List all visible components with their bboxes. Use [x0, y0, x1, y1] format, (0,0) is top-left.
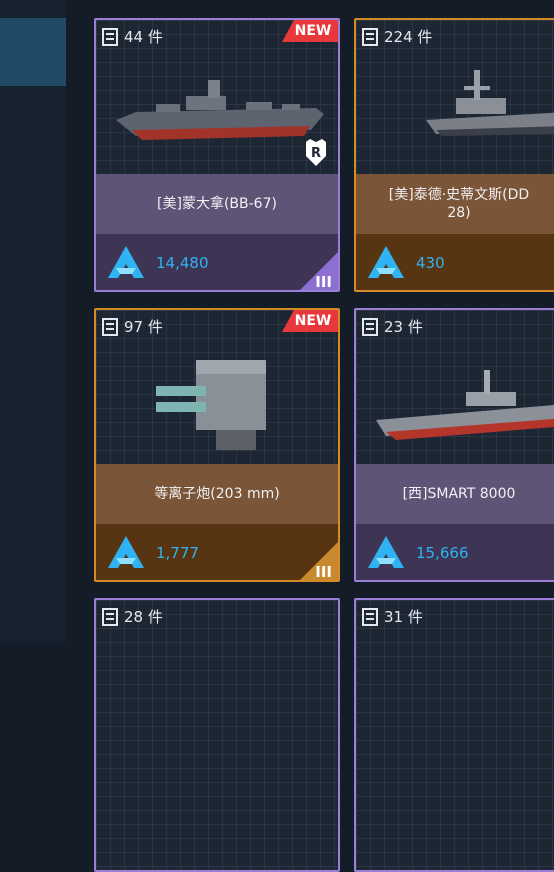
item-count-text: 28 件 [124, 608, 163, 626]
shop-card-ted-stevens[interactable]: 224 件 [美]泰德·史蒂文斯(DD 28) 430 [354, 18, 554, 292]
price-row: 15,666 [356, 524, 554, 580]
shop-card-5[interactable]: 28 件 [94, 598, 340, 872]
item-name: [西]SMART 8000 [356, 464, 554, 524]
currency-icon [108, 246, 144, 278]
destroyer-image [426, 70, 554, 136]
new-badge: NEW [282, 310, 338, 332]
inventory-icon [102, 607, 118, 626]
item-count-text: 31 件 [384, 608, 423, 626]
item-count: 23 件 [362, 316, 423, 337]
item-count-text: 97 件 [124, 318, 163, 336]
item-name-line1: [美]泰德·史蒂文斯(DD [388, 187, 530, 203]
item-count: 224 件 [362, 26, 432, 47]
inventory-icon [102, 27, 118, 46]
item-count: 97 件 [102, 316, 163, 337]
currency-icon [108, 536, 144, 568]
shop-card-6[interactable]: 31 件 [354, 598, 554, 872]
item-name: [美]泰德·史蒂文斯(DD 28) [356, 174, 554, 234]
item-count-text: 44 件 [124, 28, 163, 46]
inventory-icon [362, 27, 378, 46]
new-badge: NEW [282, 20, 338, 42]
price-row: 430 [356, 234, 554, 290]
turret-image [156, 360, 266, 450]
sidebar-tab-active[interactable] [0, 18, 66, 86]
shop-card-smart-8000[interactable]: 23 件 [西]SMART 8000 15,666 [354, 308, 554, 582]
price-row: 14,480 III [96, 234, 338, 290]
price-value: 15,666 [416, 544, 469, 562]
item-count-text: 23 件 [384, 318, 423, 336]
svg-text:R: R [311, 146, 321, 161]
frigate-image [376, 370, 554, 440]
inventory-icon [362, 607, 378, 626]
item-count: 28 件 [102, 606, 163, 627]
item-name: 等离子炮(203 mm) [96, 464, 338, 524]
item-name-line2: 28) [447, 205, 471, 221]
price-value: 1,777 [156, 544, 199, 562]
shop-card-montana[interactable]: 44 件 NEW R [美]蒙大拿(BB-67) 14,480 III [94, 18, 340, 292]
shop-card-plasma-cannon[interactable]: 97 件 NEW 等离子炮(203 mm) 1,777 III [94, 308, 340, 582]
currency-icon [368, 536, 404, 568]
item-count-text: 224 件 [384, 28, 433, 46]
inventory-icon [362, 317, 378, 336]
price-value: 14,480 [156, 254, 209, 272]
price-row: 1,777 III [96, 524, 338, 580]
tier-badge: III [296, 542, 338, 580]
item-count: 31 件 [362, 606, 423, 627]
r-shield-icon: R [306, 139, 326, 166]
sidebar [0, 0, 66, 643]
inventory-icon [102, 317, 118, 336]
tier-badge: III [296, 252, 338, 290]
item-count: 44 件 [102, 26, 163, 47]
currency-icon [368, 246, 404, 278]
item-name: [美]蒙大拿(BB-67) [96, 174, 338, 234]
price-value: 430 [416, 254, 445, 272]
